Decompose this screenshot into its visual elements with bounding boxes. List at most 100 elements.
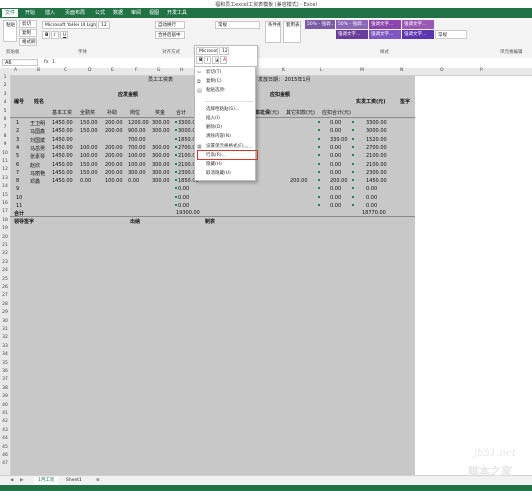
col-header-k[interactable]: K [282,68,285,73]
tab-formulas[interactable]: 公式 [92,9,108,17]
emp-no[interactable]: 6 [16,162,19,168]
row-header[interactable]: 34 [0,352,10,357]
emp-total[interactable]: 0.00 [178,203,189,209]
emp-name[interactable]: 刘国斌 [30,137,45,144]
mini-fill-color-button[interactable]: ◪ [212,56,219,64]
col-header-l[interactable]: L [320,68,323,73]
tab-home[interactable]: 开始 [22,9,38,17]
emp-sub[interactable]: 200.00 [105,128,123,134]
emp-deduct[interactable]: 330.00 [330,137,348,143]
emp-total[interactable]: 0.00 [178,195,189,201]
sheet-tab-sheet1[interactable]: Sheet1 [62,477,86,485]
emp-no[interactable]: 1 [16,120,19,126]
context-menu-item[interactable]: 清除内容(N) [195,133,255,141]
emp-deduct[interactable]: 0.00 [330,186,341,192]
emp-deduct[interactable]: 0.00 [330,153,341,159]
number-format-select[interactable]: 常规 [215,21,260,29]
context-menu-item[interactable]: 删除(D) [195,124,255,132]
scroll-right-icon[interactable]: ▶ [16,477,27,485]
emp-net[interactable]: 2300.00 [366,170,387,176]
emp-bonus[interactable]: 300.00 [152,153,170,159]
row-header[interactable]: 24 [0,268,10,273]
emp-deduct[interactable]: 0.00 [330,195,341,201]
emp-attend[interactable]: 150.00 [80,162,98,168]
row-header[interactable]: 27 [0,293,10,298]
row-header[interactable]: 8 [0,134,10,139]
bold-button[interactable]: B [42,31,50,39]
mini-bold-button[interactable]: B [196,56,203,64]
row-header[interactable]: 21 [0,243,10,248]
row-header[interactable]: 14 [0,184,10,189]
col-header-c[interactable]: C [64,68,67,73]
mini-font-color-button[interactable]: A [220,56,227,64]
row-header[interactable]: 18 [0,218,10,223]
col-header-g[interactable]: G [157,68,161,73]
merge-center-button[interactable]: 合并后居中 [155,31,185,39]
emp-name[interactable]: 邓鑫 [30,178,40,185]
emp-post[interactable]: 100.00 [128,153,146,159]
row-header[interactable]: 2 [0,83,10,88]
row-header[interactable]: 20 [0,235,10,240]
format-painter-button[interactable]: 格式刷 [19,38,37,46]
row-header[interactable]: 32 [0,335,10,340]
emp-post[interactable]: 700.00 [128,145,146,151]
emp-deduct[interactable]: 0.00 [330,203,341,209]
emp-no[interactable]: 5 [16,153,19,159]
row-header[interactable]: 30 [0,319,10,324]
row-header[interactable]: 6 [0,117,10,122]
emp-deduct[interactable]: 0.00 [330,162,341,168]
context-menu-item[interactable]: 插入(I) [195,115,255,123]
paste-button[interactable]: 粘贴 [3,20,17,42]
emp-net[interactable]: 0.00 [366,195,377,201]
row-header[interactable]: 42 [0,419,10,424]
emp-total[interactable]: 0.00 [178,186,189,192]
font-name-select[interactable]: Microsoft YaHei UI Ligh [42,21,97,29]
mini-font-select[interactable]: Microsof [196,47,218,55]
col-header-a[interactable]: A [14,68,17,73]
emp-base[interactable]: 1450.00 [52,120,73,126]
tab-file[interactable]: 文件 [2,9,19,17]
emp-name[interactable]: 马国鑫 [30,128,45,135]
row-header[interactable]: 17 [0,209,10,214]
row-header[interactable]: 12 [0,167,10,172]
emp-attend[interactable]: 150.00 [80,128,98,134]
col-header-m[interactable]: M [360,68,364,73]
underline-button[interactable]: U [60,31,68,39]
col-header-o[interactable]: O [440,68,444,73]
emp-bonus[interactable]: 300.00 [152,145,170,151]
emp-bonus[interactable]: 300.00 [152,120,170,126]
row-header[interactable]: 47 [0,461,10,466]
emp-no[interactable]: 2 [16,128,19,134]
emp-no[interactable]: 10 [16,195,22,201]
emp-bonus[interactable]: 300.00 [152,128,170,134]
row-header[interactable]: 23 [0,260,10,265]
emp-sub[interactable]: 200.00 [105,170,123,176]
row-header[interactable]: 26 [0,285,10,290]
row-header[interactable]: 15 [0,193,10,198]
col-header-p[interactable]: P [480,68,483,73]
style-cell-4[interactable]: 强调文字... [402,20,434,29]
emp-post[interactable]: 1200.00 [128,120,149,126]
emp-bonus[interactable]: 300.00 [152,178,170,184]
row-header[interactable]: 31 [0,327,10,332]
emp-no[interactable]: 7 [16,170,19,176]
context-menu-item[interactable]: 选择性粘贴(S)... [195,106,255,114]
tab-page-layout[interactable]: 页面布局 [62,9,88,17]
emp-bonus[interactable]: 300.00 [152,170,170,176]
emp-no[interactable]: 11 [16,203,22,209]
emp-base[interactable]: 1450.00 [52,170,73,176]
emp-post[interactable]: 0.00 [128,178,139,184]
emp-attend[interactable]: 100.00 [80,153,98,159]
row-header[interactable]: 16 [0,201,10,206]
emp-deduct[interactable]: 0.00 [330,170,341,176]
emp-post[interactable]: 900.00 [128,128,146,134]
font-size-select[interactable]: 12 [98,21,110,29]
mini-size-select[interactable]: 12 [219,47,229,55]
copy-button[interactable]: 复制 [19,29,37,37]
emp-name[interactable]: 王卫明 [30,120,45,127]
emp-base[interactable]: 1450.00 [52,137,73,143]
context-menu-item[interactable]: ▤ 粘贴选项: [195,87,255,95]
emp-name[interactable]: 赵欣 [30,162,40,169]
wrap-text-button[interactable]: 自动换行 [155,21,185,29]
emp-name[interactable]: 张素琴 [30,153,45,160]
